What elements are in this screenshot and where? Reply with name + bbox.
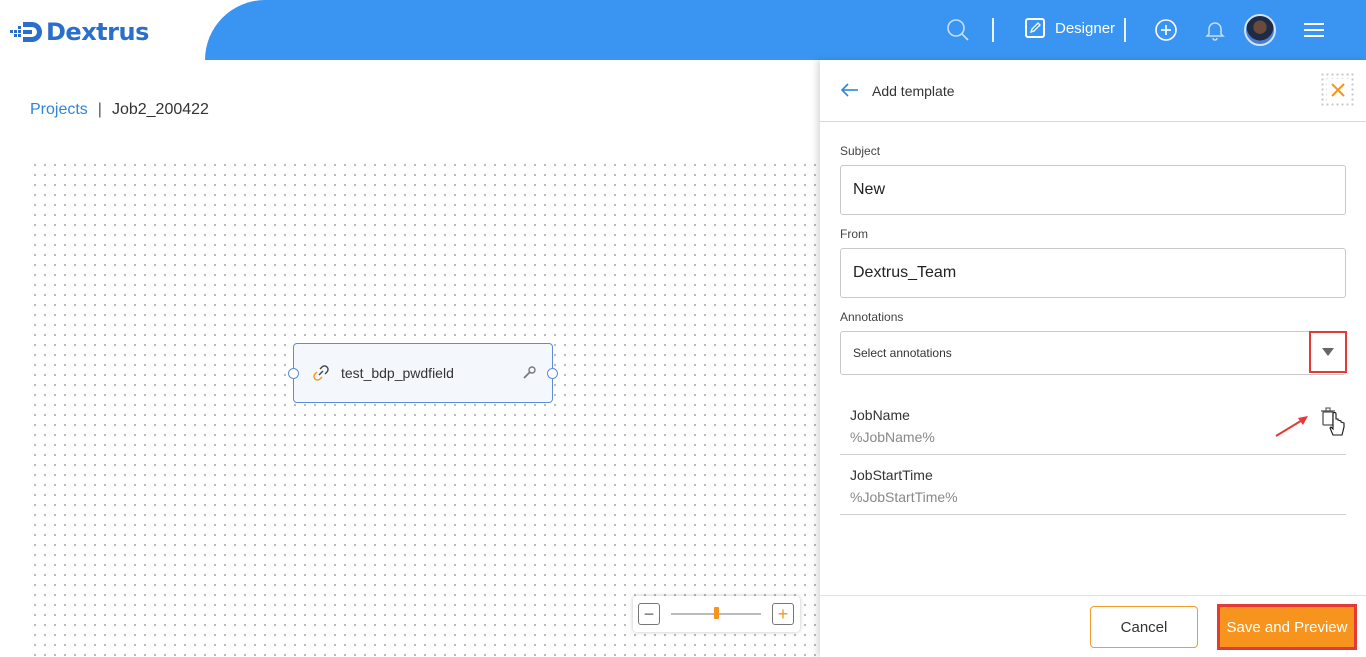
close-button[interactable]	[1320, 72, 1356, 108]
wrench-icon[interactable]	[522, 366, 536, 385]
dextrus-logo-icon	[10, 22, 42, 42]
back-arrow-icon[interactable]	[840, 82, 860, 103]
add-template-panel: Add template Subject From Annotations Se…	[820, 60, 1366, 657]
from-input[interactable]	[840, 248, 1346, 298]
subject-input[interactable]	[840, 165, 1346, 215]
breadcrumb: Projects | Job2_200422	[30, 101, 209, 119]
node-output-port[interactable]	[547, 368, 558, 379]
annotations-label: Annotations	[840, 310, 904, 324]
panel-title: Add template	[872, 83, 955, 99]
hamburger-menu-icon[interactable]	[1298, 14, 1330, 46]
breadcrumb-current: Job2_200422	[111, 101, 209, 118]
panel-footer: Cancel Save and Preview	[820, 595, 1366, 657]
designer-label: Designer	[1055, 19, 1116, 37]
annotations-select[interactable]: Select annotations	[840, 331, 1347, 375]
annotation-item: JobStartTime %JobStartTime%	[840, 455, 1346, 515]
zoom-control: − +	[633, 596, 800, 632]
dextrus-logo[interactable]: Dextrus	[10, 18, 149, 46]
app-name: Dextrus	[46, 18, 149, 46]
annotation-value: %JobStartTime%	[850, 489, 958, 505]
node-label: test_bdp_pwdfield	[341, 365, 454, 381]
node-input-port[interactable]	[288, 368, 299, 379]
breadcrumb-separator: |	[97, 101, 102, 118]
red-arrow-icon	[1275, 416, 1308, 437]
annotations-dropdown-button[interactable]	[1309, 331, 1347, 373]
designer-edit-icon	[1025, 18, 1045, 38]
annotation-name: JobName	[850, 407, 910, 423]
link-icon	[312, 364, 330, 387]
cancel-button[interactable]: Cancel	[1090, 606, 1198, 648]
header-divider	[992, 18, 994, 42]
annotation-item: JobName %JobName%	[840, 395, 1346, 455]
header-bar	[205, 0, 1366, 60]
trash-icon[interactable]	[1320, 407, 1346, 444]
search-icon[interactable]	[942, 14, 974, 46]
breadcrumb-projects-link[interactable]: Projects	[30, 101, 88, 119]
annotation-value: %JobName%	[850, 429, 935, 445]
designer-mode-button[interactable]: Designer	[1025, 18, 1115, 38]
pipeline-node[interactable]: test_bdp_pwdfield	[288, 343, 558, 403]
subject-label: Subject	[840, 144, 881, 158]
caret-down-icon	[1322, 348, 1334, 356]
save-and-preview-button[interactable]: Save and Preview	[1217, 604, 1357, 650]
annotations-placeholder: Select annotations	[853, 346, 952, 360]
close-icon	[1327, 79, 1349, 101]
avatar[interactable]	[1244, 14, 1276, 46]
annotation-name: JobStartTime	[850, 467, 933, 483]
top-header: Dextrus Designer	[0, 0, 1366, 60]
zoom-out-button[interactable]: −	[638, 603, 660, 625]
designer-canvas[interactable]	[30, 160, 820, 657]
zoom-in-button[interactable]: +	[772, 603, 794, 625]
header-divider	[1124, 18, 1126, 42]
zoom-slider-thumb[interactable]	[713, 607, 719, 619]
from-label: From	[840, 227, 868, 241]
bell-icon[interactable]	[1199, 14, 1231, 46]
add-circle-icon[interactable]	[1150, 14, 1182, 46]
panel-header: Add template	[820, 60, 1366, 122]
